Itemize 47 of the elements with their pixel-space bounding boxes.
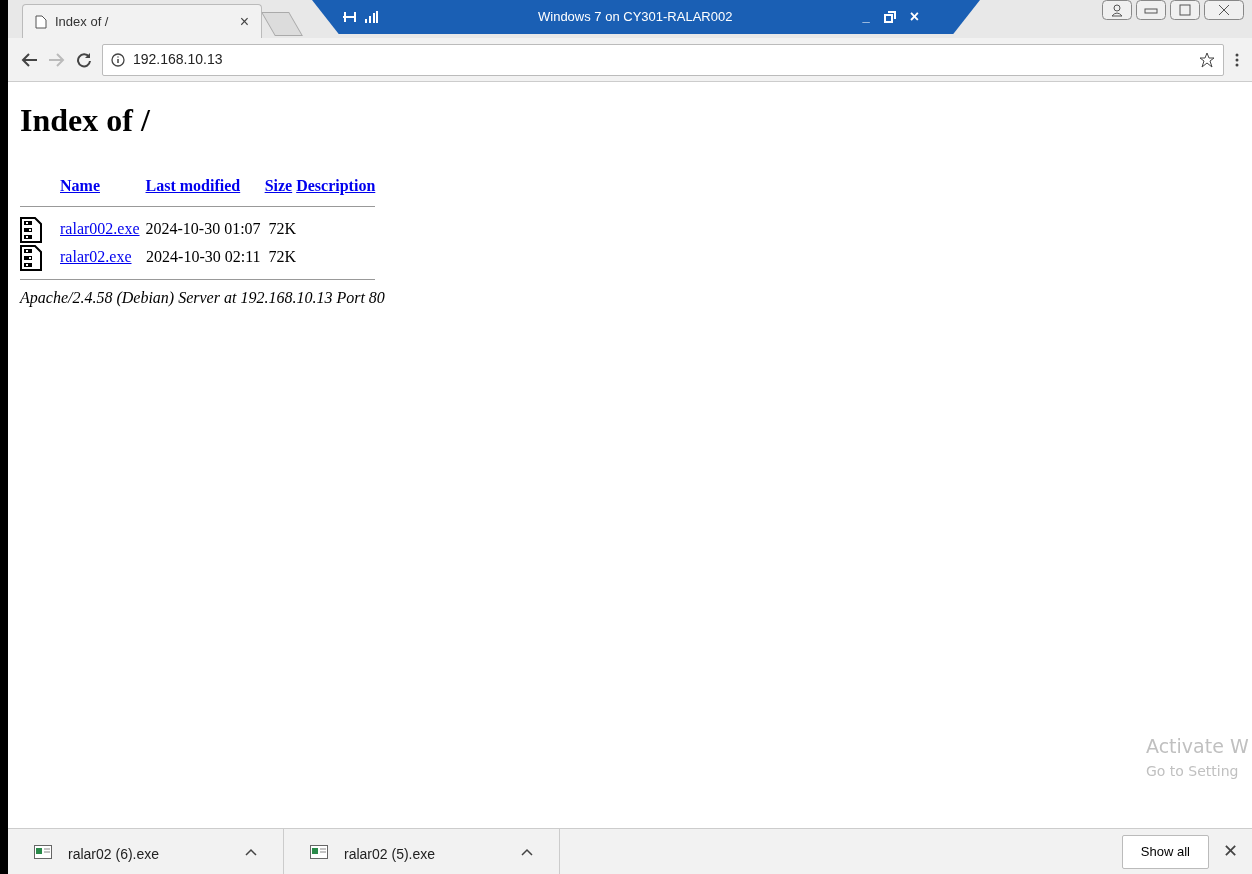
modified-date: 2024-10-30 02:11 xyxy=(146,248,261,265)
modified-date: 2024-10-30 01:07 xyxy=(145,220,261,237)
caret-icon[interactable] xyxy=(245,847,257,856)
info-icon xyxy=(111,52,125,67)
file-link[interactable]: ralar002.exe xyxy=(60,220,140,237)
file-size: 72K xyxy=(268,220,297,237)
url-text: 192.168.10.13 xyxy=(133,50,223,69)
activation-subtitle: Go to Setting xyxy=(1146,761,1240,781)
signal-icon xyxy=(364,11,378,23)
page-heading: Index of / xyxy=(20,101,151,140)
file-link[interactable]: ralar02.exe xyxy=(60,248,132,265)
browser-tab[interactable]: Index of / × xyxy=(22,4,262,38)
show-all-button[interactable]: Show all xyxy=(1121,834,1209,869)
caret-icon[interactable] xyxy=(521,847,533,856)
minimize-icon[interactable] xyxy=(1136,0,1166,20)
download-item[interactable]: ralar02 (5).exe xyxy=(284,829,560,874)
binary-file-icon xyxy=(20,245,42,271)
remote-window-title: Windows 7 on CY301-RALAR002 xyxy=(538,8,733,27)
executable-icon xyxy=(310,844,328,859)
download-filename: ralar02 (6).exe xyxy=(68,845,160,864)
file-size: 72K xyxy=(268,248,297,265)
close-tab-button[interactable]: × xyxy=(239,13,249,30)
download-filename: ralar02 (5).exe xyxy=(344,845,436,864)
column-header-link[interactable]: Size xyxy=(264,177,293,194)
column-header-link[interactable]: Description xyxy=(296,177,376,194)
star-icon[interactable] xyxy=(1199,51,1215,68)
address-field[interactable]: 192.168.10.13 xyxy=(102,43,1224,76)
pin-icon xyxy=(342,11,358,23)
maximize-icon[interactable] xyxy=(1170,0,1200,20)
back-icon[interactable] xyxy=(20,51,38,68)
user-icon[interactable] xyxy=(1102,0,1132,20)
close-button[interactable]: × xyxy=(909,9,919,25)
close-button[interactable]: ✕ xyxy=(1223,838,1238,865)
page-icon xyxy=(35,14,47,29)
column-header-link[interactable]: Last modified xyxy=(145,177,241,194)
close-icon[interactable] xyxy=(1204,0,1244,20)
download-item[interactable]: ralar02 (6).exe xyxy=(8,829,284,874)
executable-icon xyxy=(34,844,52,859)
activation-title: Activate W xyxy=(1146,734,1250,759)
restore-icon[interactable] xyxy=(883,11,896,23)
server-signature: Apache/2.4.58 (Debian) Server at 192.168.10.13 Port 80 xyxy=(20,288,386,309)
binary-file-icon xyxy=(20,217,42,243)
minimize-button[interactable]: _ xyxy=(862,7,870,27)
column-header-link[interactable]: Name xyxy=(60,177,100,194)
menu-icon[interactable] xyxy=(1234,51,1240,68)
reload-icon[interactable] xyxy=(76,51,92,68)
tab-title: Index of / xyxy=(55,12,109,31)
